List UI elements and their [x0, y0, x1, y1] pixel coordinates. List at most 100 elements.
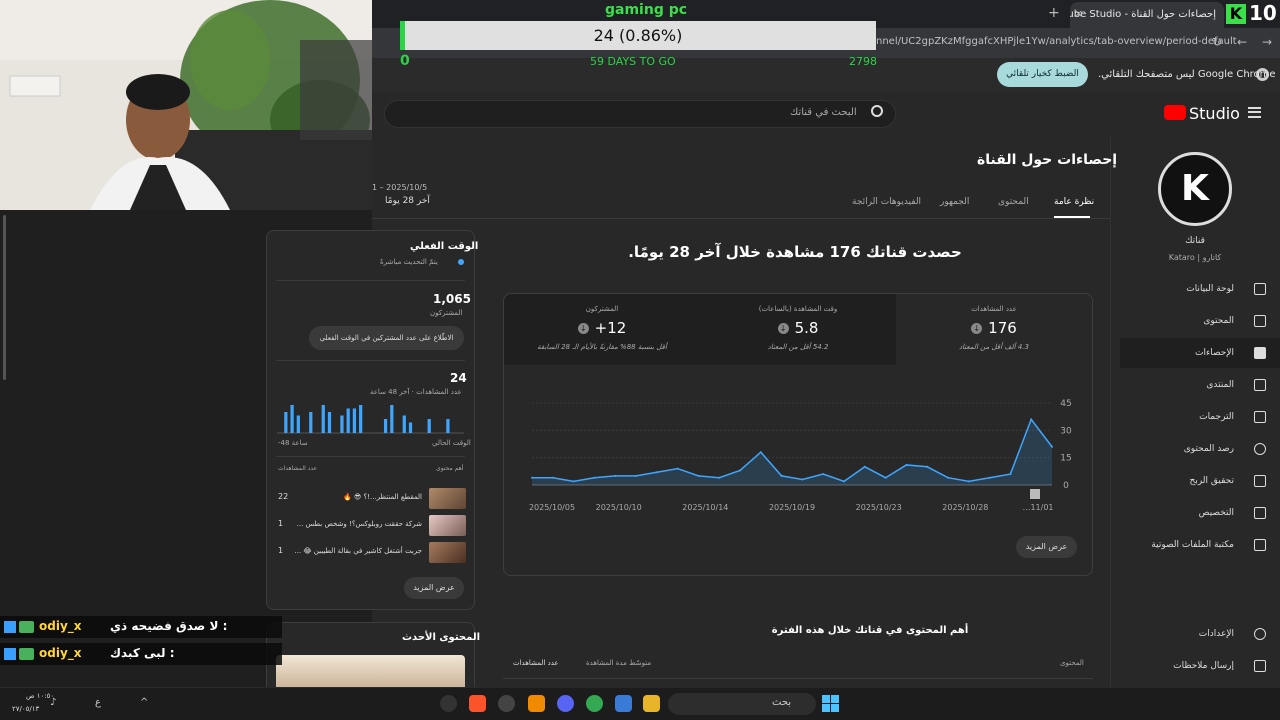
bar[interactable] — [290, 405, 294, 433]
back-icon[interactable]: → — [1262, 35, 1272, 49]
brave-icon[interactable] — [469, 695, 486, 712]
metric-value: +12 — [594, 319, 627, 337]
list-item[interactable]: جربت أشتغل كاشير في بقالة الطيبين 😂 ... 1 — [276, 542, 466, 564]
bar[interactable] — [383, 419, 388, 433]
video-title: شركة حققت روبلوكس؟! وشخص بطس ... — [296, 520, 422, 528]
vlc-icon[interactable] — [528, 695, 545, 712]
column-header-content: المحتوى — [1060, 659, 1084, 667]
column-header-avg-duration[interactable]: متوسّط مدة المشاهدة — [586, 659, 651, 667]
video-views: 22 — [278, 492, 289, 501]
sidebar-item-analytics[interactable]: الإحصاءات — [1120, 338, 1280, 368]
sidebar-item-content[interactable]: المحتوى — [1120, 306, 1280, 336]
language-indicator[interactable]: ع — [95, 697, 101, 708]
scrollbar[interactable] — [3, 215, 6, 380]
x-tick-label: 2025/10/10 — [596, 503, 642, 512]
headline: حصدت قناتك 176 مشاهدة خلال آخر 28 يومًا. — [628, 243, 962, 261]
goal-title: gaming pc — [605, 2, 688, 18]
sidebar-item-dashboard[interactable]: لوحة البيانات — [1120, 274, 1280, 304]
subtitles-icon — [1254, 411, 1266, 423]
metric-sub: 54.2 أقل من المعتاد — [767, 343, 829, 351]
webcam-image — [0, 0, 372, 210]
bar[interactable] — [427, 419, 431, 433]
discord-icon[interactable] — [557, 695, 574, 712]
video-views: 1 — [278, 546, 284, 555]
sidebar-item-earn[interactable]: تحقيق الربح — [1120, 466, 1280, 496]
data-point — [531, 476, 533, 479]
column-header-views[interactable]: عدد المشاهدات — [513, 659, 559, 667]
windows-start-icon[interactable] — [822, 695, 839, 712]
latest-video-thumbnail[interactable] — [276, 655, 465, 690]
sidebar-item-subtitles[interactable]: الترجمات — [1120, 402, 1280, 432]
metric-label: وقت المشاهدة (بالساعات) — [758, 305, 838, 313]
column-header-views: عدد المشاهدات — [278, 465, 318, 472]
bar[interactable] — [359, 405, 363, 433]
metric-subscribers[interactable]: المشتركون ↓ +12 أقل بنسبة 88% مقارنةً بال… — [504, 294, 700, 365]
y-tick-label: 0 — [1063, 481, 1069, 491]
column-header-top-content: أهم محتوى — [436, 465, 464, 472]
data-point — [759, 451, 762, 454]
metric-watch-time[interactable]: وقت المشاهدة (بالساعات) ↓ 5.8 54.2 أقل من… — [700, 294, 896, 365]
store-icon[interactable] — [615, 695, 632, 712]
bar[interactable] — [402, 415, 406, 434]
bar[interactable] — [340, 415, 344, 434]
clock-date[interactable]: ٢٧/٠٥/١٣ — [12, 705, 39, 713]
sidebar-item-settings[interactable]: الإعدادات — [1120, 619, 1280, 649]
video-marker-icon[interactable] — [1030, 489, 1040, 499]
search-icon[interactable] — [871, 105, 883, 117]
chat-message: odiy_x: لبى كبدك — [0, 643, 282, 665]
video-thumbnail — [429, 488, 466, 509]
steam-icon[interactable] — [498, 695, 515, 712]
bar[interactable] — [390, 405, 394, 433]
channel-avatar[interactable]: K — [1158, 152, 1232, 226]
date-range[interactable]: 1 – 2025/10/5 — [372, 183, 427, 192]
sidebar-item-community[interactable]: المنتدى — [1120, 370, 1280, 400]
url-text[interactable]: nnel/UC2gpZKzMfggafcXHPjle1Yw/analytics/… — [876, 36, 1237, 47]
close-tab-icon[interactable]: × — [1074, 7, 1083, 20]
obs-icon[interactable] — [440, 695, 457, 712]
sidebar-item-customization[interactable]: التخصيص — [1120, 498, 1280, 528]
bar[interactable] — [352, 408, 357, 434]
studio-logo[interactable]: Studio — [1189, 104, 1240, 123]
taskbar-search[interactable] — [668, 693, 816, 715]
bar[interactable] — [309, 412, 313, 433]
forward-icon[interactable]: ← — [1237, 35, 1247, 49]
video-title: المقطع المنتظر...!؟ 😎 🔥 — [343, 493, 422, 501]
data-point — [718, 476, 721, 479]
sidebar-item-feedback[interactable]: إرسال ملاحظات — [1120, 651, 1280, 681]
x-tick-label: …11/01 — [1022, 503, 1053, 512]
metric-views[interactable]: عدد المشاهدات ↓ 176 4.3 ألف أقل من المعتا… — [896, 294, 1092, 365]
browser-tab-active[interactable]: إحصاءات حول القناة - YouTube Studio — [1070, 2, 1224, 28]
goal-days: 59 DAYS TO GO — [590, 55, 676, 68]
tab-overview[interactable]: نظرة عامة — [1054, 197, 1094, 207]
realtime-views: 24 — [450, 371, 467, 385]
sidebar-item-label: الإحصاءات — [1195, 348, 1234, 358]
tab-audience[interactable]: الجمهور — [940, 197, 969, 207]
goal-value: 24 (0.86%) — [593, 26, 683, 45]
bar[interactable] — [327, 412, 332, 433]
tab-content[interactable]: المحتوى — [998, 197, 1029, 207]
audio-library-icon — [1254, 539, 1266, 551]
list-item[interactable]: المقطع المنتظر...!؟ 😎 🔥 22 — [276, 488, 466, 510]
bar[interactable] — [346, 408, 350, 434]
tab-trending[interactable]: الفيديوهات الرائجة — [852, 197, 921, 207]
bar[interactable] — [446, 419, 450, 433]
list-item[interactable]: شركة حققت روبلوكس؟! وشخص بطس ... 1 — [276, 515, 466, 537]
magic-wand-icon — [1254, 507, 1266, 519]
sidebar-item-audio-library[interactable]: مكتبة الملفات الصوتية — [1120, 530, 1280, 560]
clock-time[interactable]: ١٠:٥٠ ص — [26, 692, 54, 700]
new-tab-icon[interactable]: + — [1048, 5, 1060, 21]
realtime-see-more-button[interactable]: عرض المزيد — [404, 577, 464, 599]
bar[interactable] — [296, 415, 300, 434]
bar[interactable] — [408, 422, 413, 434]
date-label[interactable]: آخر 28 يومًا — [385, 196, 430, 206]
see-more-button[interactable]: عرض المزيد — [1016, 536, 1077, 558]
chrome-taskbar-icon[interactable] — [586, 695, 603, 712]
bar[interactable] — [321, 405, 325, 433]
bar[interactable] — [284, 412, 288, 433]
file-explorer-icon[interactable] — [643, 695, 660, 712]
live-subscriber-count-button[interactable]: الاطّلاع على عدد المشتركين في الوقت الفع… — [309, 326, 464, 350]
tray-overflow-icon[interactable]: ^ — [140, 697, 148, 708]
reload-icon[interactable]: ↻ — [1212, 35, 1222, 49]
set-default-button[interactable]: الضبط كخيار تلقائي — [997, 62, 1088, 87]
sidebar-item-copyright[interactable]: رصد المحتوى — [1120, 434, 1280, 464]
